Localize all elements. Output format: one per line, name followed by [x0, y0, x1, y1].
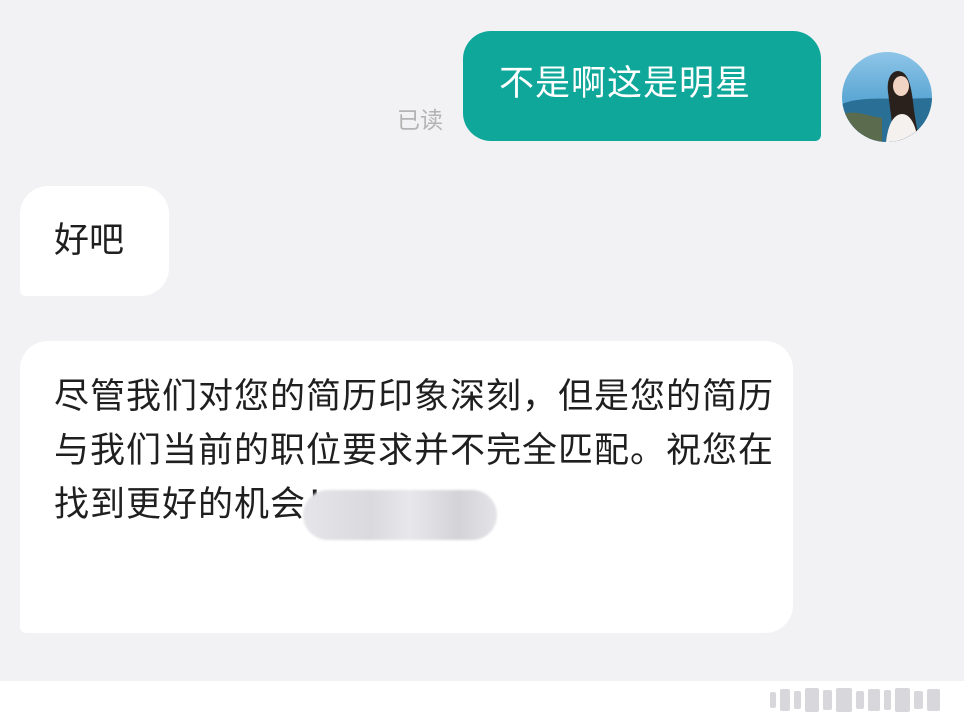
avatar[interactable] — [842, 52, 932, 142]
chat-conversation: 不是啊这是明星 已读 好吧 尽管我们对您的简历印象深刻，但是您的简历与我们当前的… — [0, 0, 964, 723]
outgoing-message-bubble[interactable]: 不是啊这是明星 — [463, 31, 821, 141]
incoming-message-bubble[interactable]: 尽管我们对您的简历印象深刻，但是您的简历与我们当前的职位要求并不完全匹配。祝您在… — [20, 341, 953, 633]
read-status: 已读 — [397, 108, 443, 134]
watermark-graphic — [770, 685, 940, 715]
incoming-message-text: 好吧 — [54, 221, 125, 261]
outgoing-message-text: 不是啊这是明星 — [499, 64, 752, 104]
user-avatar-icon — [842, 52, 932, 142]
incoming-message-bubble[interactable]: 好吧 — [20, 186, 169, 296]
redaction-blur — [303, 490, 497, 540]
